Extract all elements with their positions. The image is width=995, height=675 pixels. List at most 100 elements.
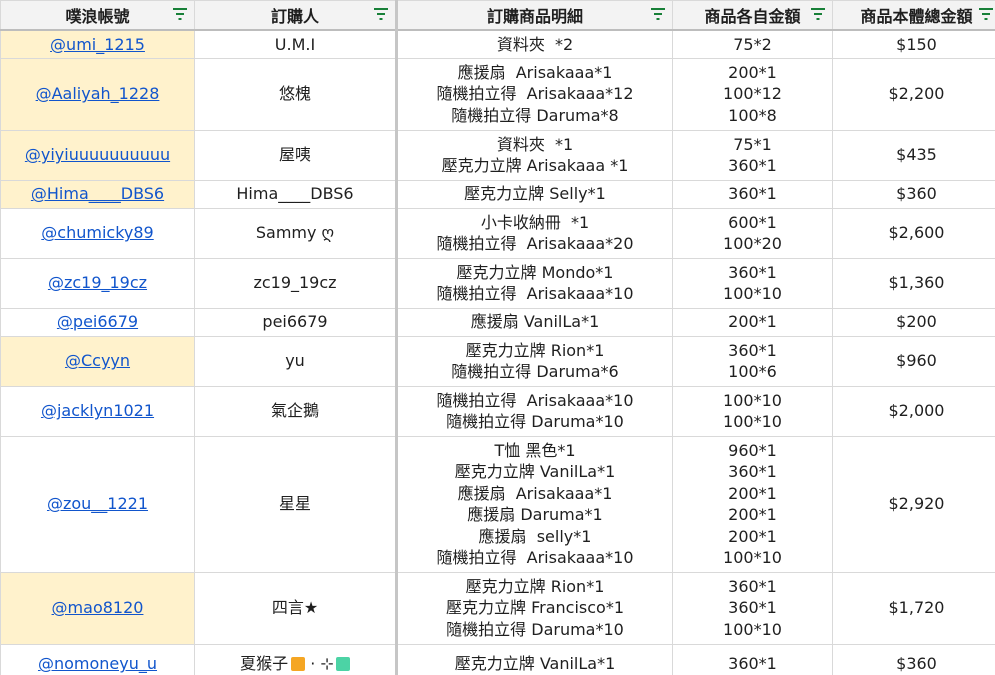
filter-icon[interactable] <box>810 7 826 21</box>
filter-icon[interactable] <box>978 7 994 21</box>
table-row[interactable]: @umi_1215 U.M.I 資料夾 *2 75*2 $150 <box>0 29 995 59</box>
plurk-account-link[interactable]: @nomoneyu_u <box>38 654 157 673</box>
table-row[interactable]: @Hima____DBS6 Hima____DBS6 壓克力立牌 Selly*1 36… <box>0 179 995 209</box>
cell-item-prices[interactable]: 200*1 100*12 100*8 <box>672 57 833 131</box>
plurk-account-link[interactable]: @chumicky89 <box>41 223 153 242</box>
cell-item-prices[interactable]: 360*1 360*1 100*10 <box>672 571 833 645</box>
cell-order-details[interactable]: T恤 黑色*1 壓克力立牌 VanilLa*1 應援扇 Arisakaaa*1 應援扇… <box>396 435 673 573</box>
order-item: 應援扇 Daruma*1 <box>467 505 603 524</box>
table-row[interactable]: @yiyiuuuuuuuuuu 屋咦 資料夾 *1 壓克力立牌 Arisakaaa *… <box>0 129 995 181</box>
plurk-account-link[interactable]: @Ccyyn <box>65 351 130 370</box>
cell-item-prices[interactable]: 360*1 100*6 <box>672 335 833 387</box>
plurk-account-link[interactable]: @umi_1215 <box>50 35 145 54</box>
cell-total[interactable]: $1,720 <box>832 571 995 645</box>
plurk-account-link[interactable]: @Hima____DBS6 <box>31 184 164 203</box>
header-label: 商品各自金額 <box>704 7 801 26</box>
filter-icon[interactable] <box>172 7 188 21</box>
cell-plurk-account[interactable]: @yiyiuuuuuuuuuu <box>0 129 195 181</box>
cell-plurk-account[interactable]: @zou__1221 <box>0 435 195 573</box>
cell-buyer[interactable]: Sammy ღ <box>194 207 398 259</box>
table-row[interactable]: @mao8120 四言★ 壓克力立牌 Rion*1 壓克力立牌 Francisco*1… <box>0 571 995 645</box>
cell-item-prices[interactable]: 360*1 100*10 <box>672 257 833 309</box>
cell-order-details[interactable]: 資料夾 *1 壓克力立牌 Arisakaaa *1 <box>396 129 673 181</box>
cell-buyer[interactable]: 屋咦 <box>194 129 398 181</box>
order-item: 小卡收納冊 *1 <box>480 212 590 232</box>
header-buyer[interactable]: 訂購人 <box>194 0 398 31</box>
cell-buyer[interactable]: 星星 <box>194 435 398 573</box>
plurk-account-link[interactable]: @pei6679 <box>57 312 138 331</box>
cell-item-prices[interactable]: 600*1 100*20 <box>672 207 833 259</box>
cell-buyer[interactable]: yu <box>194 335 398 387</box>
cell-plurk-account[interactable]: @pei6679 <box>0 307 195 337</box>
plurk-account-link[interactable]: @zc19_19cz <box>48 273 147 292</box>
header-total[interactable]: 商品本體總金額 <box>832 0 995 31</box>
cell-total[interactable]: $2,920 <box>832 435 995 573</box>
buyer-name: U.M.I <box>274 34 316 54</box>
plurk-account-link[interactable]: @mao8120 <box>52 598 144 617</box>
cell-order-details[interactable]: 壓克力立牌 VanilLa*1 <box>396 643 673 675</box>
cell-total[interactable]: $150 <box>832 29 995 59</box>
table-row[interactable]: @Ccyyn yu 壓克力立牌 Rion*1 隨機拍立得 Daruma*6 360*1 1… <box>0 335 995 387</box>
cell-plurk-account[interactable]: @Hima____DBS6 <box>0 179 195 209</box>
order-item: 應援扇 Arisakaaa*1 <box>457 62 613 82</box>
cell-plurk-account[interactable]: @jacklyn1021 <box>0 385 195 437</box>
cell-order-details[interactable]: 小卡收納冊 *1 隨機拍立得 Arisakaaa*20 <box>396 207 673 259</box>
filter-icon[interactable] <box>373 7 389 21</box>
cell-item-prices[interactable]: 200*1 <box>672 307 833 337</box>
table-row[interactable]: @zc19_19cz zc19_19cz 壓克力立牌 Mondo*1 隨機拍立得 Ar… <box>0 257 995 309</box>
cell-order-details[interactable]: 應援扇 Arisakaaa*1 隨機拍立得 Arisakaaa*12 隨機拍立得 D… <box>396 57 673 131</box>
table-row[interactable]: @zou__1221 星星 T恤 黑色*1 壓克力立牌 VanilLa*1 應援扇 Ar… <box>0 435 995 573</box>
cell-plurk-account[interactable]: @Aaliyah_1228 <box>0 57 195 131</box>
cell-buyer[interactable]: 氣企鵝 <box>194 385 398 437</box>
cell-item-prices[interactable]: 75*2 <box>672 29 833 59</box>
plurk-account-link[interactable]: @jacklyn1021 <box>41 401 154 420</box>
cell-total[interactable]: $1,360 <box>832 257 995 309</box>
header-order-details[interactable]: 訂購商品明細 <box>396 0 673 31</box>
table-row[interactable]: @pei6679 pei6679 應援扇 VanilLa*1 200*1 $200 <box>0 307 995 337</box>
cell-buyer[interactable]: 四言★ <box>194 571 398 645</box>
cell-plurk-account[interactable]: @zc19_19cz <box>0 257 195 309</box>
cell-buyer[interactable]: U.M.I <box>194 29 398 59</box>
table-row[interactable]: @Aaliyah_1228 悠槐 應援扇 Arisakaaa*1 隨機拍立得 Aris… <box>0 57 995 131</box>
cell-item-prices[interactable]: 960*1 360*1 200*1 200*1 200*1 100*10 <box>672 435 833 573</box>
cell-item-prices[interactable]: 360*1 <box>672 643 833 675</box>
cell-order-details[interactable]: 壓克力立牌 Mondo*1 隨機拍立得 Arisakaaa*10 <box>396 257 673 309</box>
cell-plurk-account[interactable]: @umi_1215 <box>0 29 195 59</box>
table-row[interactable]: @nomoneyu_u 夏猴子 · ⊹ 壓克力立牌 VanilLa*1 360*1 $3… <box>0 643 995 675</box>
cell-order-details[interactable]: 資料夾 *2 <box>396 29 673 59</box>
header-item-prices[interactable]: 商品各自金額 <box>672 0 833 31</box>
cell-plurk-account[interactable]: @mao8120 <box>0 571 195 645</box>
cell-total[interactable]: $360 <box>832 643 995 675</box>
filter-icon[interactable] <box>650 7 666 21</box>
cell-order-details[interactable]: 壓克力立牌 Rion*1 隨機拍立得 Daruma*6 <box>396 335 673 387</box>
cell-order-details[interactable]: 壓克力立牌 Rion*1 壓克力立牌 Francisco*1 隨機拍立得 Darum… <box>396 571 673 645</box>
cell-total[interactable]: $2,600 <box>832 207 995 259</box>
cell-total[interactable]: $200 <box>832 307 995 337</box>
cell-order-details[interactable]: 壓克力立牌 Selly*1 <box>396 179 673 209</box>
cell-buyer[interactable]: 悠槐 <box>194 57 398 131</box>
plurk-account-link[interactable]: @yiyiuuuuuuuuuu <box>25 145 170 164</box>
cell-item-prices[interactable]: 75*1 360*1 <box>672 129 833 181</box>
cell-buyer[interactable]: Hima____DBS6 <box>194 179 398 209</box>
cell-plurk-account[interactable]: @chumicky89 <box>0 207 195 259</box>
cell-total[interactable]: $2,000 <box>832 385 995 437</box>
cell-item-prices[interactable]: 100*10 100*10 <box>672 385 833 437</box>
cell-total[interactable]: $960 <box>832 335 995 387</box>
cell-order-details[interactable]: 應援扇 VanilLa*1 <box>396 307 673 337</box>
cell-buyer[interactable]: zc19_19cz <box>194 257 398 309</box>
plurk-account-link[interactable]: @Aaliyah_1228 <box>36 84 160 103</box>
cell-plurk-account[interactable]: @Ccyyn <box>0 335 195 387</box>
table-row[interactable]: @jacklyn1021 氣企鵝 隨機拍立得 Arisakaaa*10 隨機拍立得 D… <box>0 385 995 437</box>
cell-total[interactable]: $435 <box>832 129 995 181</box>
cell-plurk-account[interactable]: @nomoneyu_u <box>0 643 195 675</box>
cell-item-prices[interactable]: 360*1 <box>672 179 833 209</box>
cell-order-details[interactable]: 隨機拍立得 Arisakaaa*10 隨機拍立得 Daruma*10 <box>396 385 673 437</box>
cell-total[interactable]: $360 <box>832 179 995 209</box>
table-row[interactable]: @chumicky89 Sammy ღ 小卡收納冊 *1 隨機拍立得 Arisakaa… <box>0 207 995 259</box>
cell-total[interactable]: $2,200 <box>832 57 995 131</box>
cell-buyer[interactable]: 夏猴子 · ⊹ <box>194 643 398 675</box>
header-plurk-account[interactable]: 噗浪帳號 <box>0 0 195 31</box>
cell-buyer[interactable]: pei6679 <box>194 307 398 337</box>
order-item: 壓克力立牌 Rion*1 <box>465 576 605 596</box>
plurk-account-link[interactable]: @zou__1221 <box>47 494 148 513</box>
